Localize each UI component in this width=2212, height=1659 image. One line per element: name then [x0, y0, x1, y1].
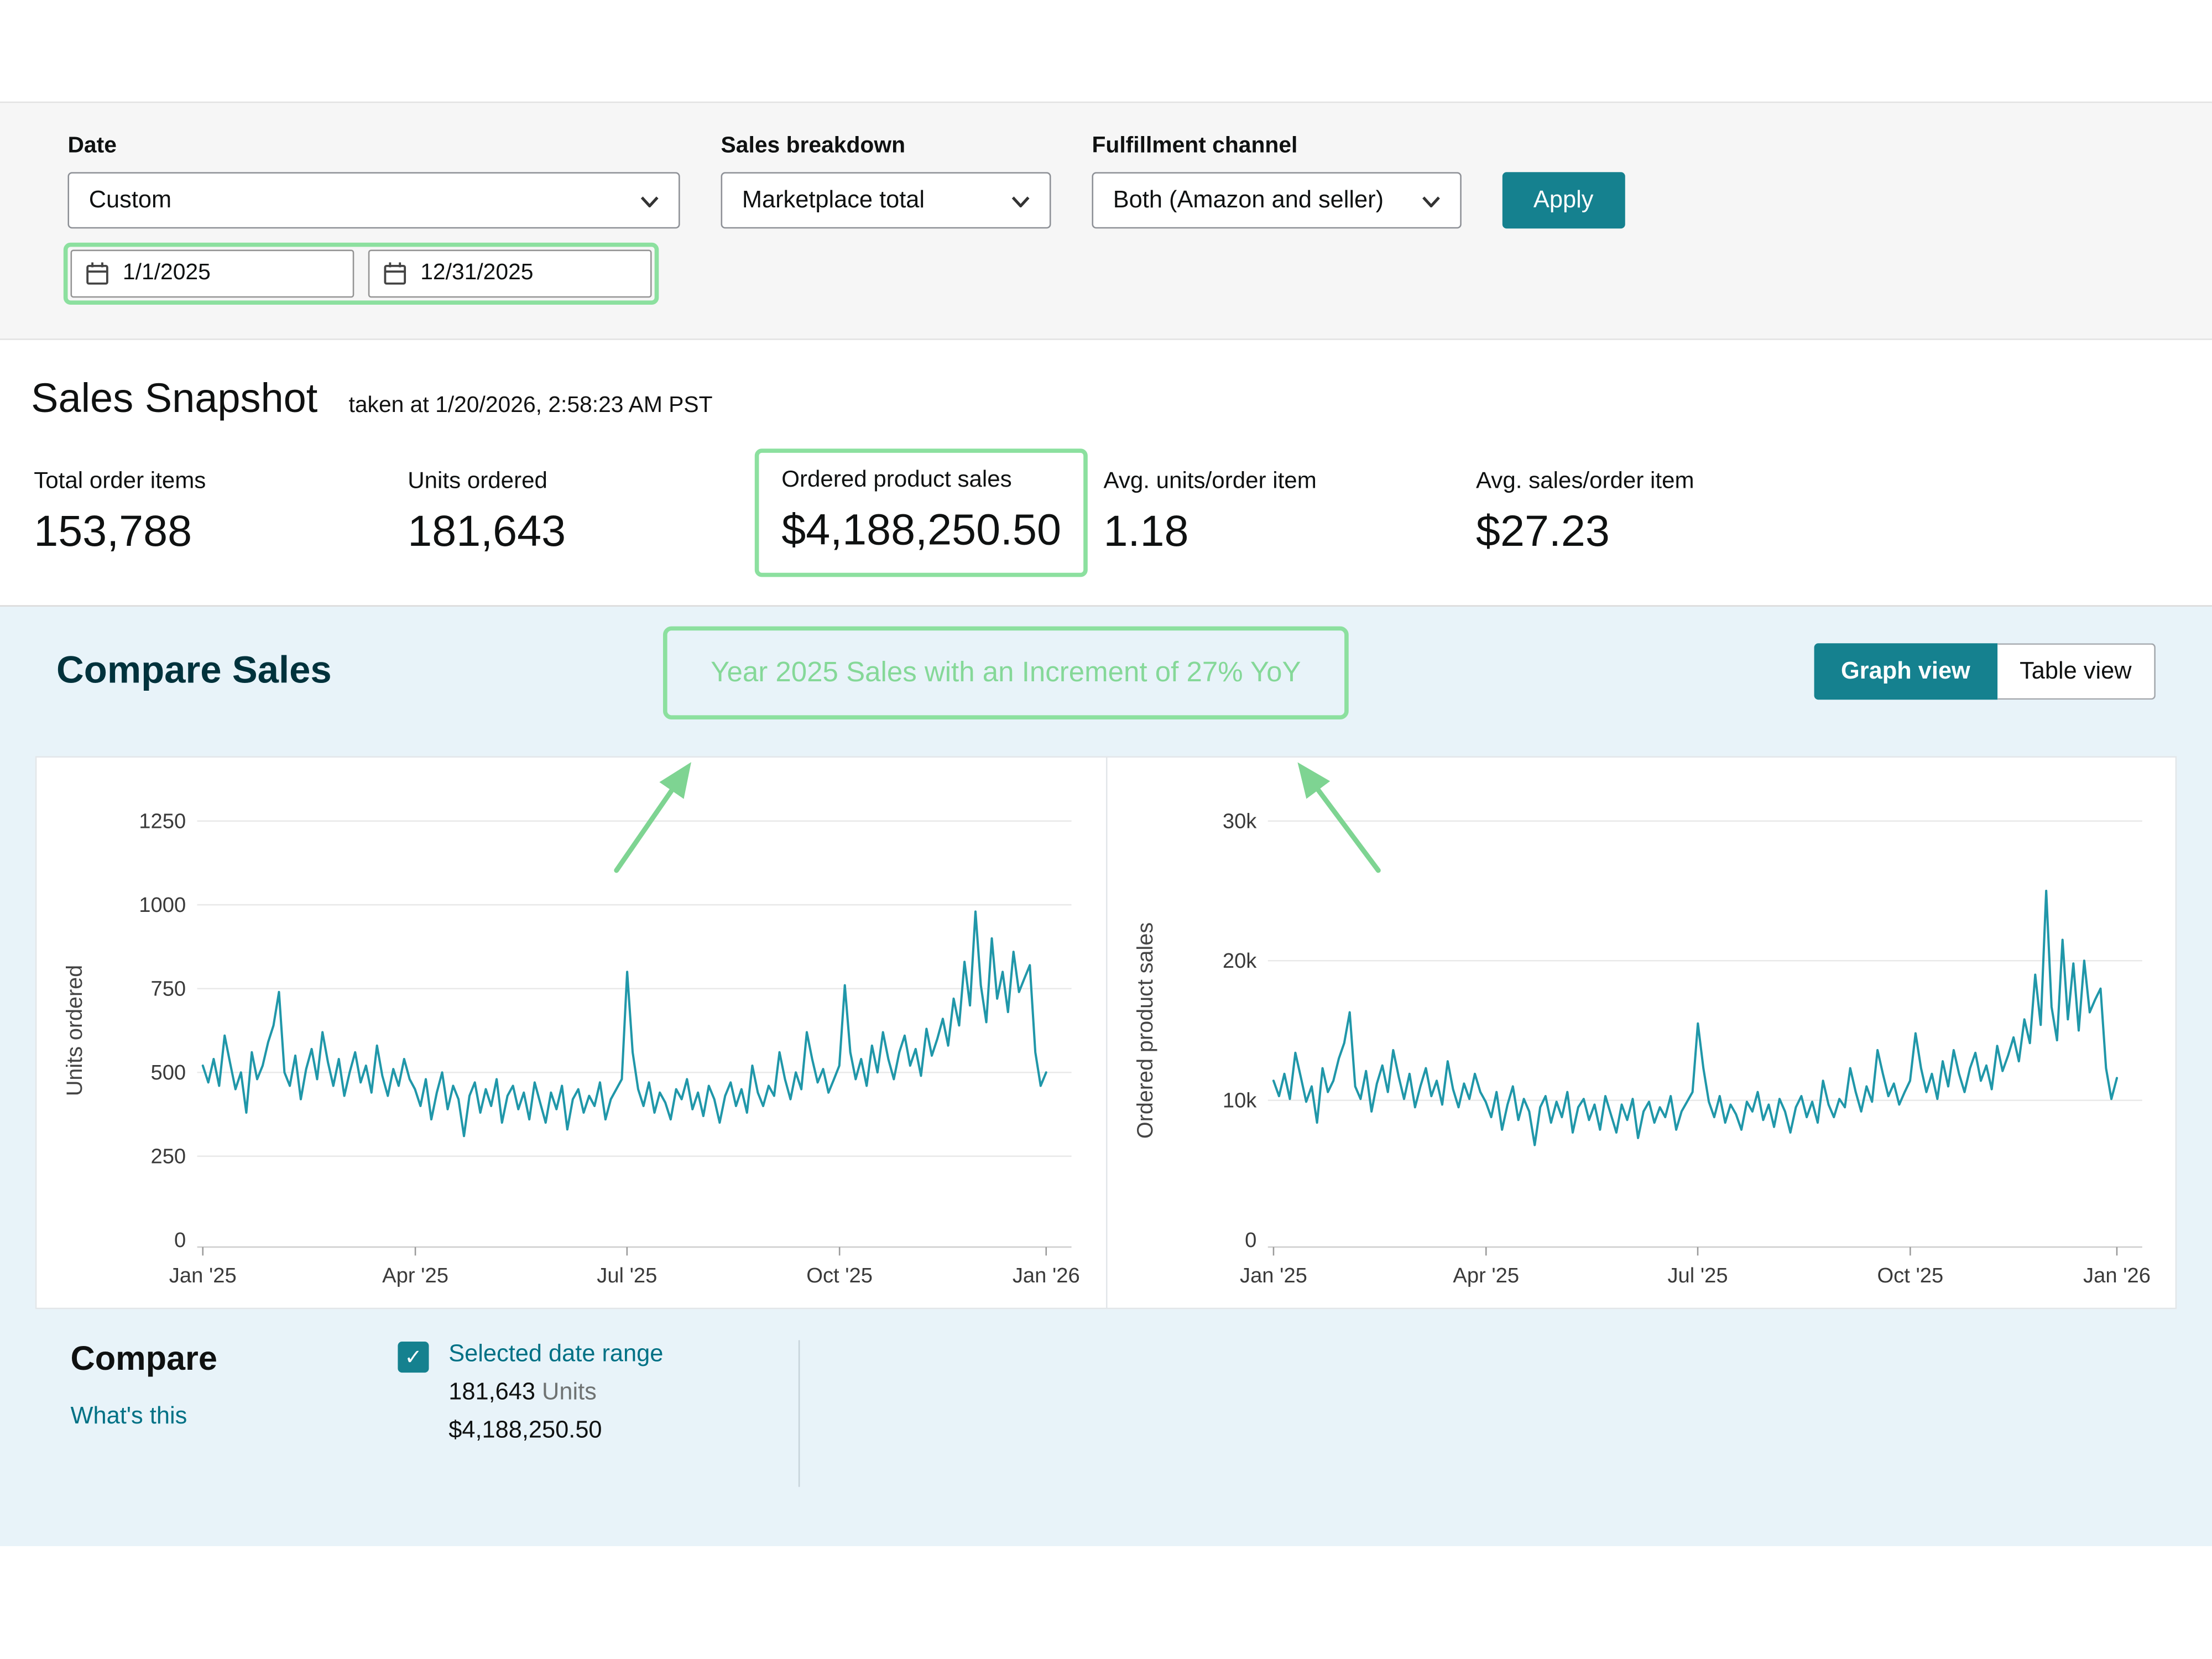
chevron-down-icon: [1422, 186, 1440, 215]
stat-label: Total order items: [34, 468, 408, 495]
date-select[interactable]: Custom: [67, 172, 680, 228]
stat-value: 181,643: [408, 507, 755, 557]
apply-button[interactable]: Apply: [1503, 172, 1625, 228]
svg-text:Apr '25: Apr '25: [1452, 1264, 1519, 1287]
svg-text:Units ordered: Units ordered: [62, 965, 87, 1096]
svg-text:Jan '25: Jan '25: [1239, 1264, 1307, 1287]
fulfillment-channel-value: Both (Amazon and seller): [1113, 186, 1384, 215]
date-select-value: Custom: [89, 186, 171, 215]
stat-total-order-items: Total order items 153,788: [34, 448, 408, 557]
units-ordered-chart-card: 0 250 500 750 1000 1250 Jan '25 Apr '25 Jul '25 O…: [35, 756, 1107, 1309]
yoy-annotation-box: Year 2025 Sales with an Increment of 27%…: [663, 627, 1349, 719]
stat-label: Avg. sales/order item: [1476, 468, 1694, 495]
svg-text:10k: 10k: [1222, 1089, 1256, 1113]
graph-view-button[interactable]: Graph view: [1814, 643, 1997, 700]
date-label: Date: [67, 134, 680, 159]
snapshot-stats-row: Total order items 153,788 Units ordered …: [0, 440, 2212, 605]
snapshot-timestamp: taken at 1/20/2026, 2:58:23 AM PST: [348, 394, 712, 419]
sales-snapshot-header: Sales Snapshot taken at 1/20/2026, 2:58:…: [0, 340, 2212, 440]
sales-snapshot-title: Sales Snapshot: [31, 377, 317, 423]
sales-breakdown-group: Sales breakdown Marketplace total: [721, 134, 1051, 228]
filter-bar: Date Custom 1/1/2025 12/31/2025: [0, 102, 2212, 340]
svg-text:Jan '25: Jan '25: [169, 1264, 237, 1287]
stat-label: Units ordered: [408, 468, 755, 495]
stat-value: $4,188,250.50: [781, 505, 1061, 556]
stat-avg-sales-order-item: Avg. sales/order item $27.23: [1476, 448, 1694, 557]
start-date-value: 1/1/2025: [123, 261, 211, 286]
legend-units: 181,643 Units: [448, 1378, 663, 1406]
svg-text:0: 0: [174, 1228, 186, 1252]
stat-label: Ordered product sales: [781, 467, 1061, 493]
calendar-icon[interactable]: [369, 261, 420, 286]
fulfillment-channel-label: Fulfillment channel: [1092, 134, 1461, 159]
stat-ordered-product-sales-highlighted: Ordered product sales $4,188,250.50: [755, 448, 1088, 577]
legend-sales-value: $4,188,250.50: [448, 1416, 663, 1444]
svg-text:Oct '25: Oct '25: [1876, 1264, 1943, 1287]
legend-texts: Selected date range 181,643 Units $4,188…: [448, 1340, 663, 1486]
fulfillment-channel-select[interactable]: Both (Amazon and seller): [1092, 172, 1461, 228]
legend-label: Selected date range: [448, 1340, 663, 1368]
svg-text:750: 750: [150, 977, 186, 1000]
svg-text:Jan '26: Jan '26: [1013, 1264, 1080, 1287]
legend-units-suffix: Units: [542, 1378, 597, 1405]
whats-this-link[interactable]: What's this: [71, 1402, 398, 1431]
end-date-input[interactable]: 12/31/2025: [368, 250, 652, 298]
chevron-down-icon: [640, 186, 659, 215]
sales-breakdown-value: Marketplace total: [742, 186, 925, 215]
svg-text:0: 0: [1244, 1228, 1256, 1252]
charts-row: 0 250 500 750 1000 1250 Jan '25 Apr '25 Jul '25 O…: [35, 756, 2177, 1309]
page: Date Custom 1/1/2025 12/31/2025: [0, 0, 2212, 1659]
svg-text:Jul '25: Jul '25: [597, 1264, 657, 1287]
svg-text:Ordered product sales: Ordered product sales: [1133, 922, 1157, 1139]
stat-units-ordered: Units ordered 181,643: [408, 448, 755, 557]
date-range-highlight: 1/1/2025 12/31/2025: [64, 243, 659, 305]
start-date-input[interactable]: 1/1/2025: [71, 250, 354, 298]
svg-text:1250: 1250: [139, 809, 186, 833]
selected-date-range-legend: ✓ Selected date range 181,643 Units $4,1…: [398, 1340, 800, 1486]
compare-footer: Compare What's this ✓ Selected date rang…: [0, 1309, 2212, 1546]
stat-label: Avg. units/order item: [1104, 468, 1476, 495]
svg-text:500: 500: [150, 1061, 186, 1084]
svg-text:250: 250: [150, 1145, 186, 1168]
stat-avg-units-order-item: Avg. units/order item 1.18: [1104, 448, 1476, 557]
legend-units-value: 181,643: [448, 1378, 535, 1405]
svg-text:Apr '25: Apr '25: [382, 1264, 448, 1287]
svg-text:20k: 20k: [1222, 949, 1256, 973]
compare-title: Compare: [71, 1340, 398, 1379]
table-view-button[interactable]: Table view: [1997, 643, 2156, 700]
sales-breakdown-select[interactable]: Marketplace total: [721, 172, 1051, 228]
svg-text:30k: 30k: [1222, 809, 1256, 833]
units-ordered-chart: 0 250 500 750 1000 1250 Jan '25 Apr '25 Jul '25 O…: [36, 758, 1105, 1311]
view-toggle: Graph view Table view: [1814, 643, 2156, 700]
stat-value: 153,788: [34, 507, 408, 557]
compare-footer-left: Compare What's this: [34, 1340, 398, 1430]
svg-text:1000: 1000: [139, 893, 186, 917]
svg-text:Jan '26: Jan '26: [2083, 1264, 2150, 1287]
svg-text:Jul '25: Jul '25: [1667, 1264, 1727, 1287]
selected-date-range-checkbox[interactable]: ✓: [398, 1342, 429, 1373]
stat-value: $27.23: [1476, 507, 1694, 557]
end-date-value: 12/31/2025: [420, 261, 533, 286]
chevron-down-icon: [1011, 186, 1030, 215]
calendar-icon[interactable]: [72, 261, 123, 286]
stat-value: 1.18: [1104, 507, 1476, 557]
sales-breakdown-label: Sales breakdown: [721, 134, 1051, 159]
ordered-product-sales-chart: 0 10k 20k 30k Jan '25 Apr '25 Jul '25 Oct '25 Ja…: [1107, 758, 2175, 1311]
date-filter-group: Date Custom 1/1/2025 12/31/2025: [67, 134, 680, 305]
yoy-annotation-text: Year 2025 Sales with an Increment of 27%…: [711, 656, 1301, 689]
compare-sales-section: Compare Sales Year 2025 Sales with an In…: [0, 607, 2212, 1546]
svg-text:Oct '25: Oct '25: [806, 1264, 873, 1287]
ordered-product-sales-chart-card: 0 10k 20k 30k Jan '25 Apr '25 Jul '25 Oct '25 Ja…: [1105, 756, 2177, 1309]
fulfillment-channel-group: Fulfillment channel Both (Amazon and sel…: [1092, 134, 1461, 228]
